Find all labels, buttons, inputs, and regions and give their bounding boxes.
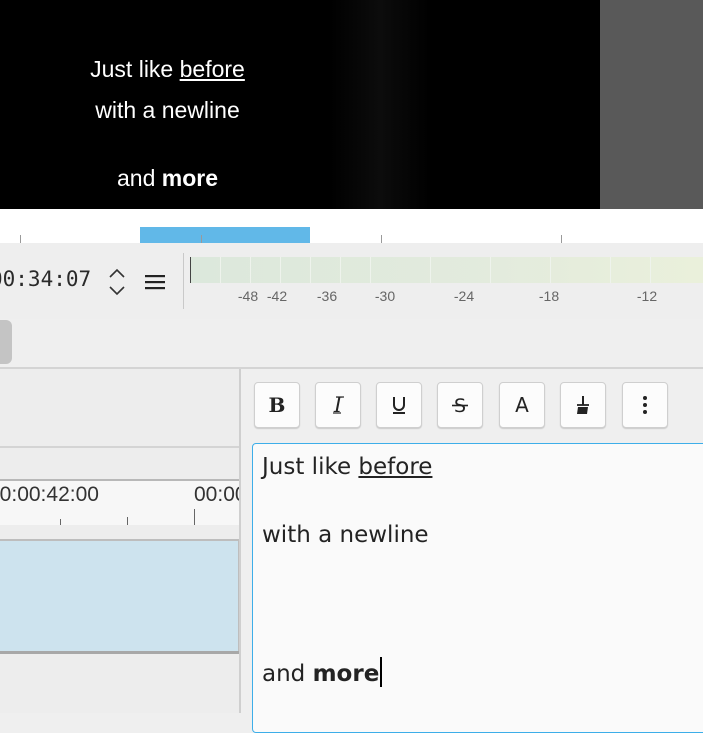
svg-text:A: A <box>515 394 529 416</box>
subtitle-line-3: and more <box>116 165 218 191</box>
hamburger-menu-icon[interactable] <box>143 271 167 293</box>
more-options-button[interactable] <box>622 382 668 428</box>
db-label: -24 <box>453 288 475 304</box>
tab-handle[interactable] <box>0 320 12 364</box>
db-label: -30 <box>374 288 396 304</box>
font-icon: A <box>515 394 529 416</box>
underline-icon <box>393 397 405 414</box>
ruler-tick <box>381 235 382 243</box>
underline-button[interactable] <box>376 382 422 428</box>
preview-shading <box>330 0 430 209</box>
ruler-tick <box>201 235 202 243</box>
ruler-tick <box>127 517 128 525</box>
subtitle-editor-area: B I S A Just like before with a newline … <box>241 369 703 733</box>
timecode-spin-icon[interactable] <box>106 264 128 300</box>
divider <box>0 446 241 448</box>
db-label: -36 <box>316 288 338 304</box>
monitor-ruler[interactable] <box>0 209 703 243</box>
text-caret <box>380 657 383 687</box>
editor-line-3: and more <box>262 657 383 687</box>
strikethrough-button[interactable]: S <box>437 382 483 428</box>
timeline-area: 00:00:42:00 00:00 <box>0 369 247 713</box>
timeline-ruler-label: 00:00:42:00 <box>0 483 99 506</box>
video-preview: Just like before with a newline and more <box>0 0 600 209</box>
ruler-tick <box>561 235 562 243</box>
timecode-field[interactable]: 00:34:07 <box>0 267 91 291</box>
timeline-ruler[interactable]: 00:00:42:00 00:00 <box>0 479 247 525</box>
svg-text:B: B <box>269 394 286 416</box>
strikethrough-icon: S <box>452 395 468 416</box>
editor-line-1: Just like before <box>262 454 433 480</box>
font-button[interactable]: A <box>499 382 545 428</box>
meter-cursor <box>190 257 191 283</box>
broom-icon <box>577 396 589 414</box>
db-label: -18 <box>538 288 560 304</box>
subtitle-clip[interactable] <box>0 539 240 653</box>
bold-button[interactable]: B <box>254 382 300 428</box>
italic-button[interactable]: I <box>315 382 361 428</box>
zone-selection[interactable] <box>140 227 310 243</box>
ruler-tick <box>60 519 61 525</box>
bold-icon: B <box>269 394 286 416</box>
audio-level-meter <box>190 257 703 283</box>
subtitle-line-2: with a newline <box>95 97 240 123</box>
db-label: -48 <box>237 288 259 304</box>
italic-icon: I <box>333 394 344 416</box>
editor-panel: 00:34:07 -48 -42 -36 -30 -24 -18 -12 00:… <box>0 209 703 733</box>
monitor-toolbar: 00:34:07 -48 -42 -36 -30 -24 -18 -12 <box>0 243 703 319</box>
ruler-tick <box>194 509 195 525</box>
subtitle-line-1: Just like before <box>90 56 245 82</box>
track-divider <box>0 651 241 654</box>
db-label: -42 <box>266 288 288 304</box>
subtitle-text-editor[interactable]: Just like before with a newline and more <box>252 443 703 733</box>
preview-side-area <box>600 0 703 209</box>
kebab-menu-icon <box>643 396 647 414</box>
editor-line-2: with a newline <box>262 522 429 548</box>
clear-format-button[interactable] <box>560 382 606 428</box>
toolbar-separator <box>183 253 184 309</box>
ruler-tick <box>20 235 21 243</box>
db-label: -12 <box>636 288 658 304</box>
